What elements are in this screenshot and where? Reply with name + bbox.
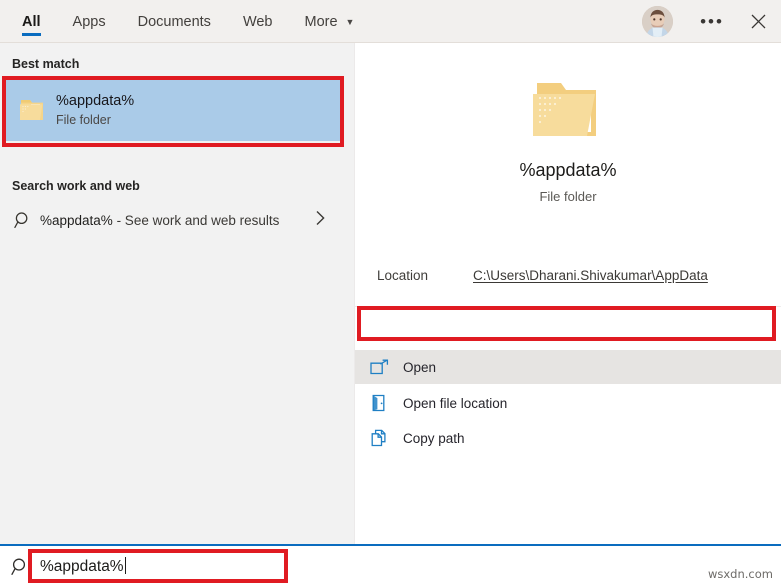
tab-all[interactable]: All xyxy=(6,0,57,43)
action-copy-path[interactable]: Copy path xyxy=(355,421,781,455)
action-open-file-location[interactable]: Open file location xyxy=(355,386,781,420)
close-button[interactable] xyxy=(735,0,781,43)
tab-apps-label: Apps xyxy=(73,14,106,30)
search-icon-glyph-bottom xyxy=(11,557,30,576)
chevron-right-icon[interactable] xyxy=(315,210,326,231)
tab-apps[interactable]: Apps xyxy=(57,0,122,43)
more-options-button[interactable]: ••• xyxy=(689,0,735,43)
best-match-subtitle: File folder xyxy=(56,112,134,129)
actions-divider xyxy=(355,306,781,307)
open-external-icon xyxy=(355,359,403,376)
best-match-section-label: Best match xyxy=(12,57,79,71)
open-folder-location-icon xyxy=(355,394,403,412)
user-avatar-icon xyxy=(642,6,673,37)
web-search-result[interactable]: %appdata% - See work and web results xyxy=(6,201,340,239)
tab-more[interactable]: More ▼ xyxy=(289,0,371,43)
taskbar-search-bar[interactable]: %appdata% xyxy=(0,544,781,587)
preview-pane: %appdata% File folder Location C:\Users\… xyxy=(354,43,781,544)
close-icon xyxy=(751,14,766,29)
tab-documents[interactable]: Documents xyxy=(122,0,227,43)
folder-open-large-icon xyxy=(355,75,781,145)
location-row: Location C:\Users\Dharani.Shivakumar\App… xyxy=(355,256,781,294)
watermark: wsxdn.com xyxy=(708,567,773,581)
best-match-text: %appdata% File folder xyxy=(56,92,134,129)
action-open[interactable]: Open xyxy=(355,350,781,384)
action-open-label: Open xyxy=(403,360,436,375)
web-section-label: Search work and web xyxy=(12,179,140,193)
folder-icon-glyph xyxy=(18,97,46,123)
preview-title: %appdata% xyxy=(355,160,781,181)
preview-subtitle: File folder xyxy=(355,189,781,204)
tab-more-label: More xyxy=(305,14,338,30)
copy-path-icon xyxy=(355,429,403,447)
web-search-query: %appdata% xyxy=(40,213,113,228)
best-match-result[interactable]: %appdata% File folder xyxy=(6,79,340,141)
copy-path-glyph xyxy=(370,429,388,447)
folder-icon xyxy=(14,97,50,123)
search-input-value: %appdata% xyxy=(40,558,124,575)
search-input[interactable]: %appdata% xyxy=(40,557,126,576)
location-label: Location xyxy=(377,268,473,283)
chevron-right-glyph xyxy=(315,210,326,226)
open-folder-location-glyph xyxy=(371,394,388,412)
tab-active-indicator xyxy=(22,33,41,36)
location-path-link[interactable]: C:\Users\Dharani.Shivakumar\AppData xyxy=(473,268,708,283)
chevron-down-icon: ▼ xyxy=(346,18,355,27)
ellipsis-icon: ••• xyxy=(700,18,724,26)
tab-documents-label: Documents xyxy=(138,14,211,30)
action-copy-path-label: Copy path xyxy=(403,431,465,446)
avatar[interactable] xyxy=(642,6,673,37)
action-open-file-location-label: Open file location xyxy=(403,396,507,411)
web-search-text: %appdata% - See work and web results xyxy=(40,213,279,228)
search-icon-glyph xyxy=(14,211,32,229)
tab-web-label: Web xyxy=(243,14,273,30)
open-external-glyph xyxy=(370,359,389,376)
tab-all-label: All xyxy=(22,14,41,30)
search-icon xyxy=(6,211,40,229)
best-match-title: %appdata% xyxy=(56,92,134,111)
search-icon xyxy=(0,557,40,576)
category-tabs: All Apps Documents Web More ▼ xyxy=(6,0,370,43)
tab-web[interactable]: Web xyxy=(227,0,289,43)
text-cursor xyxy=(125,557,126,574)
results-pane: Best match xyxy=(0,43,354,544)
search-header: All Apps Documents Web More ▼ xyxy=(0,0,781,43)
windows-search-window: All Apps Documents Web More ▼ xyxy=(0,0,781,587)
folder-open-large-glyph xyxy=(529,75,607,145)
web-search-suffix: - See work and web results xyxy=(113,213,280,228)
